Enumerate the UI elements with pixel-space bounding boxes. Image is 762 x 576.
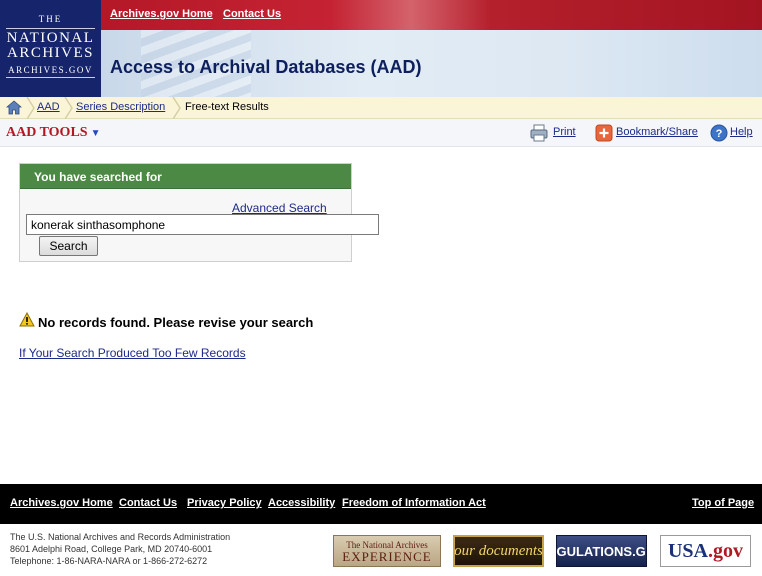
print-icon[interactable] bbox=[530, 124, 548, 142]
svg-text:?: ? bbox=[716, 128, 723, 140]
too-few-records-link[interactable]: If Your Search Produced Too Few Records bbox=[19, 346, 246, 360]
bookmark-share-link[interactable]: Bookmark/Share bbox=[616, 126, 698, 138]
help-link[interactable]: Help bbox=[730, 126, 753, 138]
national-archives-experience-badge[interactable]: The National Archives EXPERIENCE bbox=[333, 535, 441, 567]
logo-divider bbox=[6, 28, 95, 29]
search-button[interactable]: Search bbox=[39, 236, 98, 256]
badge-text: our documents bbox=[454, 542, 543, 559]
breadcrumb-separator-icon bbox=[64, 97, 73, 119]
top-nav-bar: Archives.gov Home Contact Us bbox=[101, 0, 762, 30]
chevron-down-icon: ▼ bbox=[90, 128, 101, 139]
page-root: THE NATIONAL ARCHIVES ARCHIVES.GOV Archi… bbox=[0, 0, 762, 576]
our-documents-badge[interactable]: our documents bbox=[453, 535, 544, 567]
footer-archives-home-link[interactable]: Archives.gov Home bbox=[10, 497, 113, 509]
badge-text: REGULATIONS.GOV bbox=[556, 543, 646, 559]
print-link[interactable]: Print bbox=[553, 126, 576, 138]
logo-line-the: THE bbox=[38, 14, 63, 24]
search-panel-title: You have searched for bbox=[34, 170, 162, 184]
breadcrumb-aad[interactable]: AAD bbox=[37, 101, 60, 113]
footer-foia-link[interactable]: Freedom of Information Act bbox=[342, 497, 486, 509]
tools-bar: AAD TOOLS ▼ Print Bookmark/Share ? Help bbox=[0, 119, 762, 147]
search-input[interactable] bbox=[26, 214, 379, 235]
aad-tools-label: AAD TOOLS bbox=[6, 125, 88, 140]
footer-address: The U.S. National Archives and Records A… bbox=[10, 531, 230, 567]
bookmark-icon[interactable] bbox=[595, 124, 613, 142]
footer-accessibility-link[interactable]: Accessibility bbox=[268, 497, 335, 509]
badge-text: EXPERIENCE bbox=[342, 549, 432, 564]
no-records-message: No records found. Please revise your sea… bbox=[38, 315, 314, 330]
breadcrumb-series-description[interactable]: Series Description bbox=[76, 101, 165, 113]
badge-text: .gov bbox=[708, 539, 743, 562]
usa-gov-badge[interactable]: USA .gov bbox=[660, 535, 751, 567]
top-of-page-link[interactable]: Top of Page bbox=[692, 497, 754, 509]
regulations-gov-badge[interactable]: REGULATIONS.GOV bbox=[556, 535, 647, 567]
footer-privacy-policy-link[interactable]: Privacy Policy bbox=[187, 497, 262, 509]
breadcrumb-current: Free-text Results bbox=[185, 101, 269, 113]
address-line: The U.S. National Archives and Records A… bbox=[10, 532, 231, 542]
logo-line-archives: ARCHIVES bbox=[6, 45, 94, 61]
national-archives-logo[interactable]: THE NATIONAL ARCHIVES ARCHIVES.GOV bbox=[0, 0, 101, 97]
site-header: THE NATIONAL ARCHIVES ARCHIVES.GOV Archi… bbox=[0, 0, 762, 97]
logo-divider bbox=[6, 77, 95, 78]
flag-decoration bbox=[331, 0, 491, 30]
title-banner: Access to Archival Databases (AAD) bbox=[101, 30, 762, 97]
footer-nav: Archives.gov Home Contact Us Privacy Pol… bbox=[0, 484, 762, 524]
contact-us-link[interactable]: Contact Us bbox=[223, 8, 281, 20]
breadcrumb-separator-icon bbox=[172, 97, 181, 119]
page-title: Access to Archival Databases (AAD) bbox=[110, 57, 422, 77]
logo-line-url: ARCHIVES.GOV bbox=[8, 65, 93, 75]
address-line: 8601 Adelphi Road, College Park, MD 2074… bbox=[10, 544, 213, 554]
footer-contact-us-link[interactable]: Contact Us bbox=[119, 497, 177, 509]
aad-tools-menu[interactable]: AAD TOOLS ▼ bbox=[6, 125, 100, 141]
breadcrumb: AAD Series Description Free-text Results bbox=[0, 97, 762, 119]
home-icon[interactable] bbox=[6, 100, 22, 115]
archives-home-link[interactable]: Archives.gov Home bbox=[110, 8, 213, 20]
search-panel: You have searched for Advanced Search Se… bbox=[19, 163, 379, 262]
help-icon[interactable]: ? bbox=[710, 124, 728, 142]
breadcrumb-separator-icon bbox=[26, 97, 35, 119]
address-line: Telephone: 1-86-NARA-NARA or 1-866-272-6… bbox=[10, 556, 208, 566]
warning-icon bbox=[19, 312, 35, 327]
search-panel-header: You have searched for bbox=[20, 164, 351, 189]
advanced-search-link[interactable]: Advanced Search bbox=[232, 201, 327, 215]
badge-text: USA bbox=[667, 539, 708, 562]
